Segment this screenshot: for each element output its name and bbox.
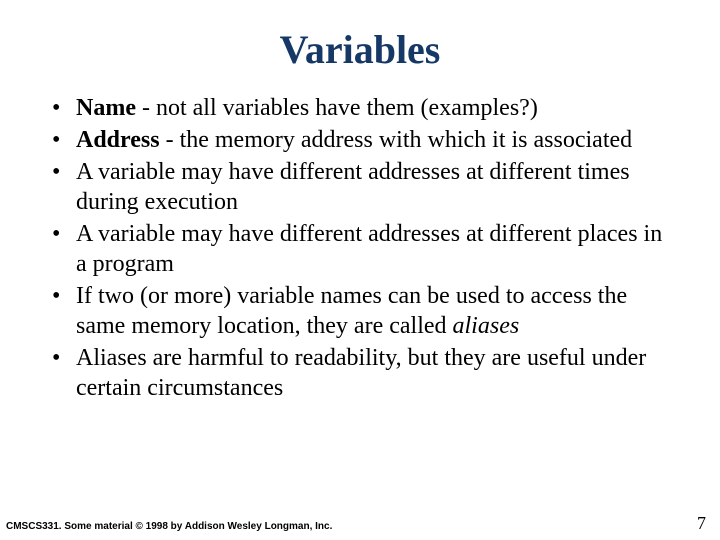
bullet-text: - not all variables have them (examples?… xyxy=(136,95,538,121)
bullet-text: If two (or more) variable names can be u… xyxy=(76,283,627,339)
slide: Variables Name - not all variables have … xyxy=(0,0,720,540)
list-item: A variable may have different addresses … xyxy=(46,157,674,217)
footer-copyright: CMSCS331. Some material © 1998 by Addiso… xyxy=(6,521,332,532)
page-number: 7 xyxy=(697,513,706,534)
list-item: If two (or more) variable names can be u… xyxy=(46,281,674,341)
bullet-text: A variable may have different addresses … xyxy=(76,159,630,215)
bullet-text: - the memory address with which it is as… xyxy=(160,127,633,153)
slide-title: Variables xyxy=(0,0,720,83)
list-item: Aliases are harmful to readability, but … xyxy=(46,343,674,403)
bullet-text: A variable may have different addresses … xyxy=(76,221,662,277)
bullet-list: Name - not all variables have them (exam… xyxy=(46,93,674,403)
list-item: Name - not all variables have them (exam… xyxy=(46,93,674,123)
bullet-lead: Name xyxy=(76,95,136,121)
bullet-emph: aliases xyxy=(453,313,520,339)
list-item: A variable may have different addresses … xyxy=(46,219,674,279)
bullet-text: Aliases are harmful to readability, but … xyxy=(76,345,646,401)
bullet-lead: Address xyxy=(76,127,160,153)
slide-body: Name - not all variables have them (exam… xyxy=(0,93,720,403)
list-item: Address - the memory address with which … xyxy=(46,125,674,155)
